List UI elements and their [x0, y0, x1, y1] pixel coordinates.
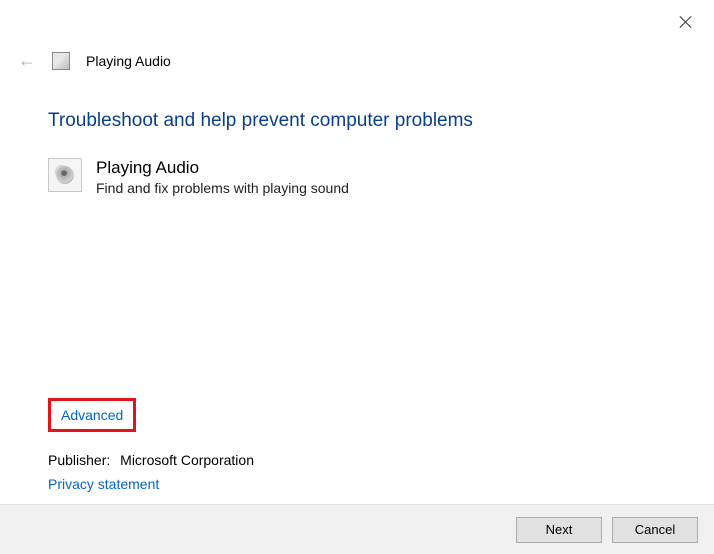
troubleshooter-item: Playing Audio Find and fix problems with…	[48, 158, 684, 196]
header: ← Playing Audio	[18, 50, 171, 71]
troubleshooter-name: Playing Audio	[96, 158, 349, 178]
cancel-button[interactable]: Cancel	[612, 517, 698, 543]
lower-area: Advanced Publisher: Microsoft Corporatio…	[48, 398, 684, 492]
content-area: Troubleshoot and help prevent computer p…	[48, 110, 684, 196]
footer-button-bar: Next Cancel	[0, 504, 714, 554]
publisher-label: Publisher:	[48, 452, 110, 468]
privacy-statement-link[interactable]: Privacy statement	[48, 476, 159, 492]
playing-audio-small-icon	[52, 52, 70, 70]
next-button[interactable]: Next	[516, 517, 602, 543]
advanced-highlight: Advanced	[48, 398, 136, 432]
advanced-link[interactable]: Advanced	[61, 407, 123, 423]
back-arrow-icon: ←	[18, 50, 36, 71]
window-title: Playing Audio	[86, 53, 171, 69]
close-button[interactable]	[678, 14, 694, 30]
publisher-row: Publisher: Microsoft Corporation	[48, 452, 684, 468]
speaker-icon	[48, 158, 82, 192]
publisher-value: Microsoft Corporation	[120, 452, 254, 468]
troubleshooter-description: Find and fix problems with playing sound	[96, 180, 349, 196]
wizard-heading: Troubleshoot and help prevent computer p…	[48, 110, 684, 132]
